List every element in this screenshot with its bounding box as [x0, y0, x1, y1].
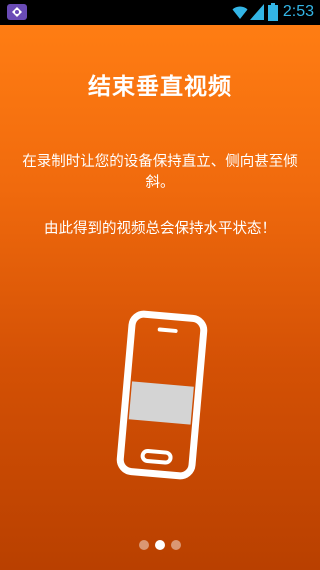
app-notification-icon [7, 4, 27, 20]
onboarding-screen[interactable]: 结束垂直视频 在录制时让您的设备保持直立、侧向甚至倾斜。 由此得到的视频总会保持… [0, 25, 320, 570]
page-title: 结束垂直视频 [88, 74, 232, 100]
description-text-2: 由此得到的视频总会保持水平状态！ [44, 221, 276, 237]
rotated-phone-icon [116, 310, 208, 480]
description-text-1: 在录制时让您的设备保持直立、侧向甚至倾斜。 [22, 154, 298, 191]
status-bar: 2:53 [0, 0, 320, 25]
battery-icon [268, 3, 278, 21]
page-dot-3[interactable] [171, 540, 181, 550]
page-dot-1[interactable] [139, 540, 149, 550]
clock-time: 2:53 [282, 3, 314, 20]
page-dot-2-active[interactable] [155, 540, 165, 550]
page-indicator [0, 540, 320, 550]
signal-icon [250, 4, 264, 20]
wifi-icon [232, 6, 248, 19]
